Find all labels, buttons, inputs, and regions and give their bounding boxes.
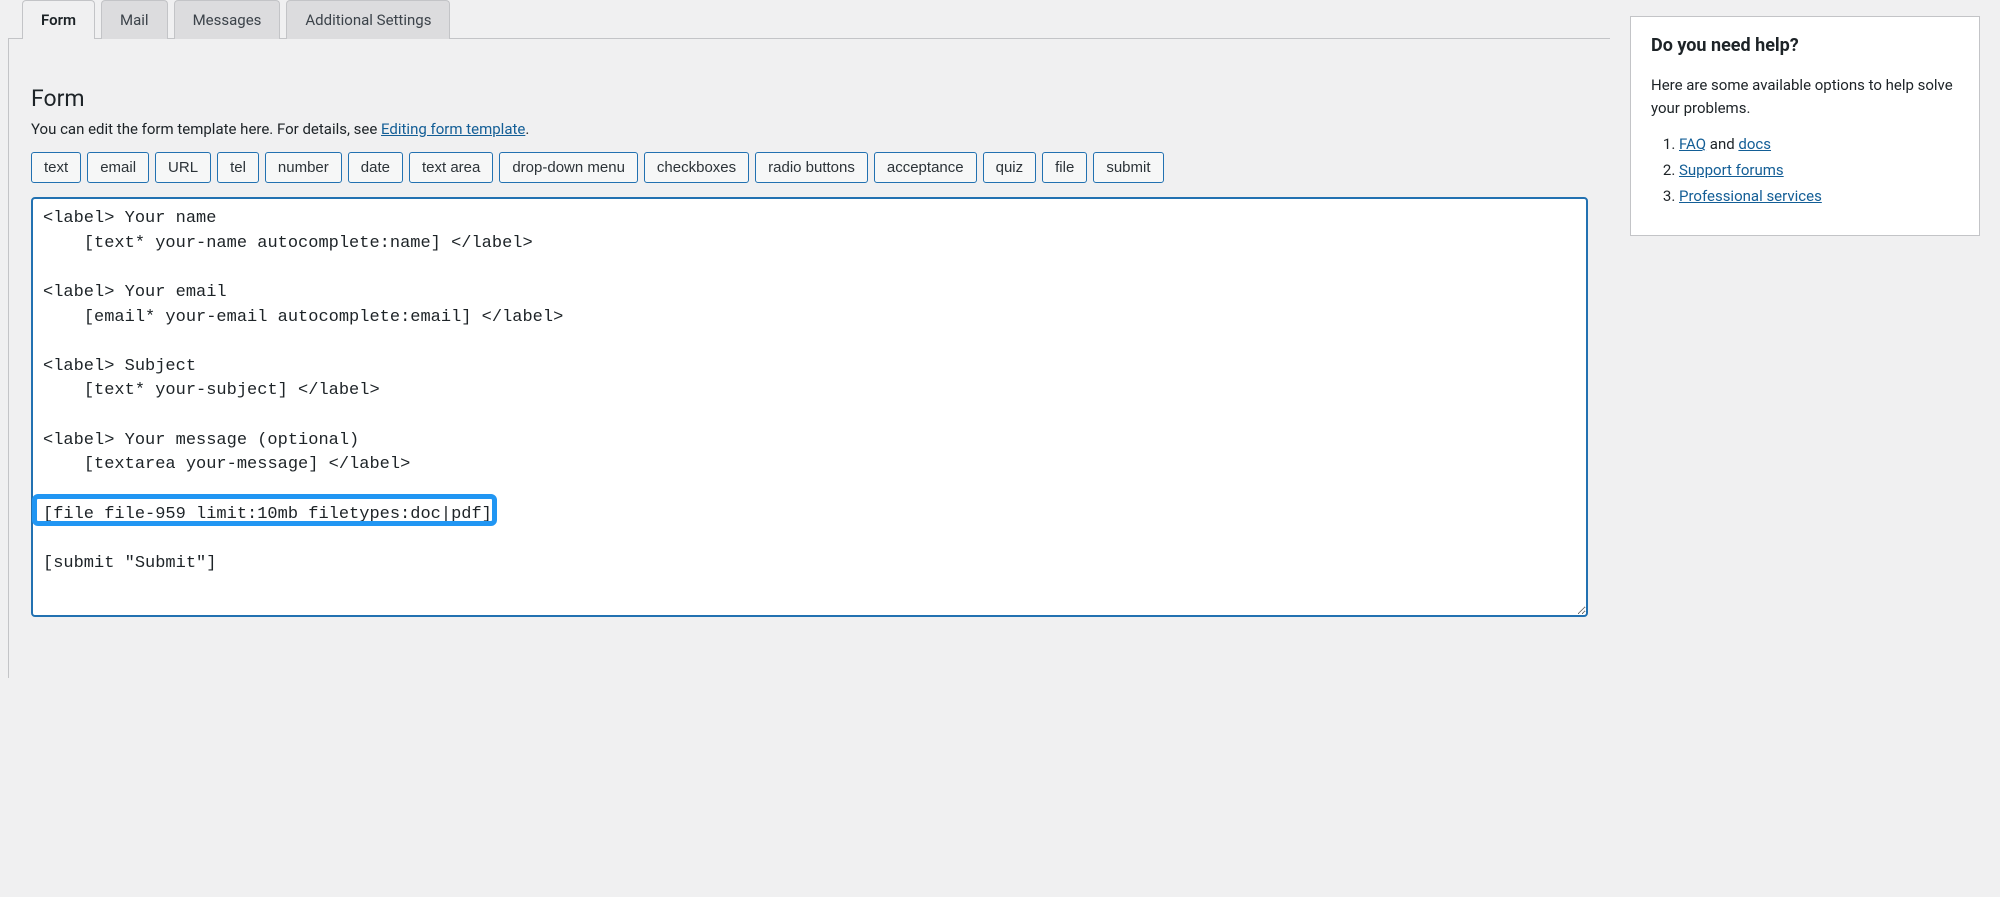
tag-checkboxes-button[interactable]: checkboxes [644, 152, 749, 183]
form-template-textarea[interactable] [31, 197, 1588, 617]
help-list: FAQ and docs Support forums Professional… [1651, 135, 1959, 205]
help-box: Do you need help? Here are some availabl… [1630, 16, 1980, 236]
tag-date-button[interactable]: date [348, 152, 403, 183]
help-item-support: Support forums [1679, 161, 1959, 179]
tag-quiz-button[interactable]: quiz [983, 152, 1037, 183]
tab-messages[interactable]: Messages [174, 0, 281, 39]
tag-email-button[interactable]: email [87, 152, 149, 183]
tag-tel-button[interactable]: tel [217, 152, 259, 183]
section-description: You can edit the form template here. For… [31, 120, 1588, 138]
editor-tabs: Form Mail Messages Additional Settings [22, 0, 1610, 39]
tab-mail[interactable]: Mail [101, 0, 168, 39]
section-title: Form [31, 85, 1588, 112]
help-item-pro: Professional services [1679, 187, 1959, 205]
desc-suffix: . [525, 120, 529, 138]
tag-dropdown-button[interactable]: drop-down menu [499, 152, 638, 183]
tag-text-button[interactable]: text [31, 152, 81, 183]
editing-template-link[interactable]: Editing form template [381, 120, 525, 138]
tag-file-button[interactable]: file [1042, 152, 1087, 183]
desc-prefix: You can edit the form template here. For… [31, 120, 381, 138]
docs-link[interactable]: docs [1738, 135, 1771, 153]
tag-textarea-button[interactable]: text area [409, 152, 493, 183]
tab-additional-settings[interactable]: Additional Settings [286, 0, 450, 39]
tag-generator-row: text email URL tel number date text area… [31, 152, 1588, 183]
help-title: Do you need help? [1651, 35, 1959, 56]
form-panel: Form You can edit the form template here… [8, 38, 1610, 678]
tag-number-button[interactable]: number [265, 152, 342, 183]
help-intro: Here are some available options to help … [1651, 74, 1959, 119]
faq-link[interactable]: FAQ [1679, 135, 1706, 153]
tag-url-button[interactable]: URL [155, 152, 211, 183]
help-and-text: and [1706, 135, 1738, 153]
help-item-faq: FAQ and docs [1679, 135, 1959, 153]
tag-submit-button[interactable]: submit [1093, 152, 1163, 183]
tag-radio-button[interactable]: radio buttons [755, 152, 868, 183]
tab-form[interactable]: Form [22, 0, 95, 39]
support-forums-link[interactable]: Support forums [1679, 161, 1784, 179]
professional-services-link[interactable]: Professional services [1679, 187, 1822, 205]
tag-acceptance-button[interactable]: acceptance [874, 152, 977, 183]
